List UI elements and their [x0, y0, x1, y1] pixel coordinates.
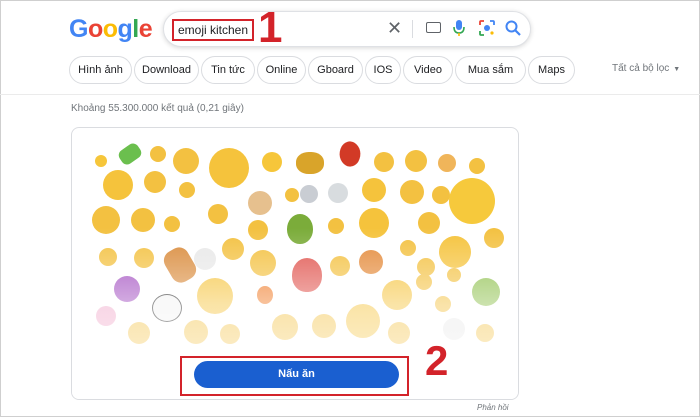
search-input[interactable]: emoji kitchen: [172, 19, 255, 41]
logo-letter: g: [117, 15, 133, 43]
emoji-icon: [334, 138, 366, 170]
emoji-icon: [296, 152, 324, 174]
caret-down-icon: ▼: [673, 66, 681, 73]
emoji-icon: [438, 154, 456, 172]
search-box[interactable]: emoji kitchen ✕: [163, 11, 531, 47]
emoji-icon: [362, 178, 386, 202]
emoji-icon: [469, 158, 485, 174]
chip-maps[interactable]: Maps: [528, 56, 575, 84]
logo-letter: G: [69, 15, 88, 43]
close-icon[interactable]: ✕: [387, 17, 402, 39]
emoji-icon: [144, 171, 166, 193]
annotation-step-2: 2: [425, 337, 449, 384]
chip-video[interactable]: Video: [403, 56, 453, 84]
chip-download[interactable]: Download: [134, 56, 199, 84]
annotation-highlight-box: [180, 356, 409, 396]
emoji-icon: [95, 155, 107, 167]
emoji-icon: [400, 180, 424, 204]
chip-shopping[interactable]: Mua sắm: [455, 56, 526, 84]
emoji-icon: [262, 152, 282, 172]
all-filters-dropdown[interactable]: Tất cả bộ lọc ▼: [612, 63, 680, 74]
logo-letter: o: [87, 15, 103, 43]
emoji-icon: [300, 185, 318, 203]
emoji-icon: [103, 170, 133, 200]
feedback-link[interactable]: Phản hồi: [477, 403, 509, 412]
emoji-icon: [150, 146, 166, 162]
emoji-icon: [328, 183, 348, 203]
annotation-step-1: 1: [258, 3, 283, 52]
emoji-icon: [449, 178, 495, 224]
emoji-icon: [405, 150, 427, 172]
chip-ios[interactable]: IOS: [365, 56, 401, 84]
logo-letter: e: [138, 15, 153, 43]
emoji-icon: [285, 188, 299, 202]
emoji-icon: [179, 182, 195, 198]
chip-gboard[interactable]: Gboard: [308, 56, 363, 84]
search-divider: [412, 20, 413, 38]
emoji-icon: [173, 148, 199, 174]
result-stats: Khoảng 55.300.000 kết quả (0,21 giây): [71, 103, 244, 114]
header-divider: [0, 94, 700, 95]
keyboard-icon[interactable]: [426, 22, 441, 33]
emoji-icon: [208, 204, 228, 224]
emoji-icon: [374, 152, 394, 172]
chip-online[interactable]: Online: [257, 56, 306, 84]
emoji-icon: [248, 191, 272, 215]
lens-icon[interactable]: [478, 19, 496, 42]
emoji-icon: [116, 141, 144, 167]
logo-letter: o: [102, 15, 118, 43]
chip-images[interactable]: Hình ảnh: [69, 56, 132, 84]
mic-icon[interactable]: [453, 19, 465, 42]
google-logo[interactable]: Google: [69, 15, 153, 44]
search-icon[interactable]: [504, 19, 522, 42]
chip-news[interactable]: Tin tức: [201, 56, 255, 84]
all-filters-label: Tất cả bộ lọc: [612, 63, 670, 74]
emoji-icon: [209, 148, 249, 188]
emoji-icon: [432, 186, 450, 204]
